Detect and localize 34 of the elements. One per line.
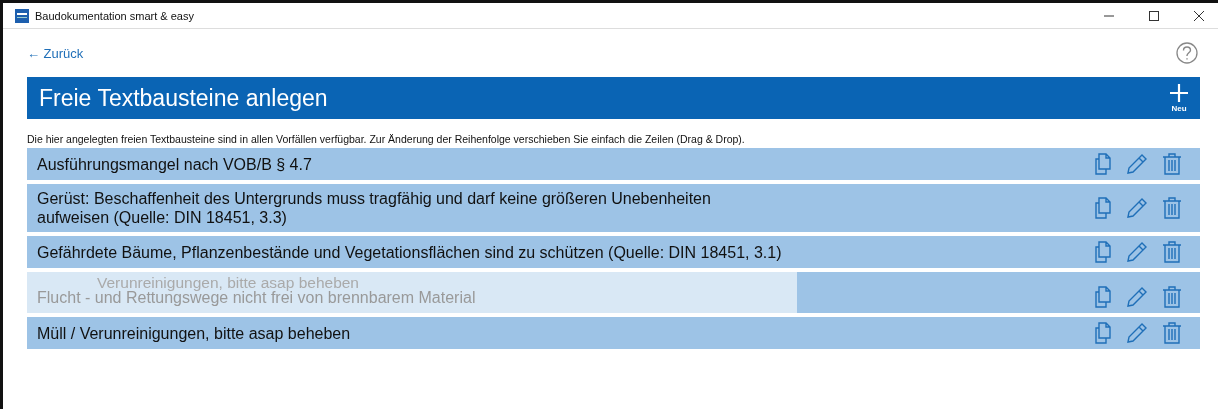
back-link[interactable]: ← Zurück — [27, 45, 84, 61]
trash-icon[interactable] — [1162, 322, 1182, 344]
maximize-icon[interactable] — [1149, 10, 1159, 21]
trash-icon[interactable] — [1162, 197, 1182, 219]
pencil-icon[interactable] — [1126, 197, 1148, 219]
trash-icon[interactable] — [1162, 153, 1182, 175]
description-text: Die hier angelegten freien Textbausteine sind in allen Vorfällen verfügbar. Zur Änderung der Reihenfolge verschieben Sie einfach die Zeilen (Drag & Drop). — [27, 133, 746, 145]
trash-icon[interactable] — [1162, 241, 1182, 263]
app-logo-icon — [15, 8, 29, 23]
text-block-row[interactable]: Gerüst: Beschaffenheit des Untergrunds muss tragfähig und darf keine größeren Unebenheiten aufweisen (Quelle: DIN 18451, 3.3) — [27, 184, 1200, 232]
row-text: Gefährdete Bäume, Pflanzenbestände und Vegetationsflächen sind zu schützen (Quelle: DIN 18451, 3.1) — [37, 242, 782, 262]
copy-icon[interactable] — [1094, 322, 1112, 344]
row-text: Müll / Verunreinigungen, bitte asap beheben — [37, 323, 352, 343]
plus-icon — [1170, 83, 1188, 102]
row-text: Gerüst: Beschaffenheit des Untergrunds muss tragfähig und darf keine größeren Unebenheiten aufweisen (Quelle: DIN 18451, 3.3) — [37, 189, 712, 227]
pencil-icon[interactable] — [1126, 241, 1148, 263]
copy-icon[interactable] — [1094, 286, 1112, 308]
copy-icon[interactable] — [1094, 241, 1112, 263]
pencil-icon[interactable] — [1126, 286, 1148, 308]
text-block-row[interactable]: Ausführungsmangel nach VOB/B § 4.7 — [27, 148, 1200, 180]
copy-icon[interactable] — [1094, 153, 1112, 175]
window-title: Baudokumentation smart & easy — [35, 9, 194, 22]
text-block-row[interactable]: Müll / Verunreinigungen, bitte asap beheben — [27, 317, 1200, 349]
copy-icon[interactable] — [1094, 197, 1112, 219]
close-icon[interactable] — [1194, 10, 1204, 21]
help-icon[interactable] — [1176, 42, 1198, 64]
pencil-icon[interactable] — [1126, 153, 1148, 175]
text-block-row[interactable]: Gefährdete Bäume, Pflanzenbestände und Vegetationsflächen sind zu schützen (Quelle: DIN 18451, 3.1) — [27, 236, 1200, 268]
new-button[interactable]: Neu — [1170, 83, 1188, 113]
page-title: Freie Textbausteine anlegen — [39, 84, 328, 112]
trash-icon[interactable] — [1162, 286, 1182, 308]
drag-ghost-text: Verunreinigungen, bitte asap beheben — [97, 273, 359, 291]
row-text: Ausführungsmangel nach VOB/B § 4.7 — [37, 154, 313, 174]
pencil-icon[interactable] — [1126, 322, 1148, 344]
